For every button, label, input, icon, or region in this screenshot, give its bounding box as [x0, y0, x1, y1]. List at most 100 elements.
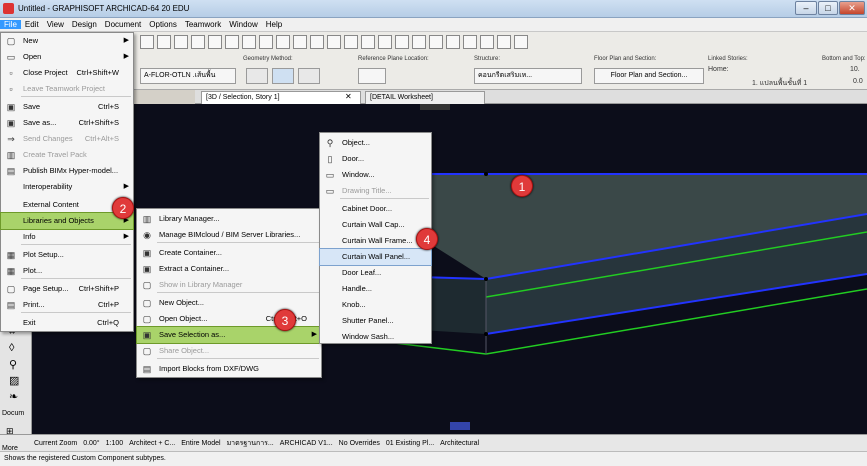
menu-item-plot[interactable]: ▦ Plot...	[1, 263, 133, 279]
structure-dropdown[interactable]: คอนกรีตเสริมเห...	[474, 68, 582, 84]
menu-document[interactable]: Document	[101, 20, 145, 29]
menu-design[interactable]: Design	[68, 20, 101, 29]
toolbar-button-icon[interactable]	[259, 35, 273, 49]
menu-item-close-project[interactable]: ▫ Close Project Ctrl+Shift+W	[1, 65, 133, 81]
menu-item-new[interactable]: ▢ New ▶	[1, 33, 133, 49]
toolbar-button-icon[interactable]	[463, 35, 477, 49]
toolbar-button-icon[interactable]	[344, 35, 358, 49]
menu-item-shutter-panel[interactable]: Shutter Panel...	[320, 313, 431, 329]
toolbar-button-icon[interactable]	[140, 35, 154, 49]
menu-item-create-container[interactable]: ▣ Create Container...	[137, 245, 321, 261]
tool-icon[interactable]: ❧	[9, 390, 18, 403]
menu-item-info[interactable]: Info ▶	[1, 229, 133, 245]
toolbar-button-icon[interactable]	[514, 35, 528, 49]
menu-item-library-manager[interactable]: ▥ Library Manager...	[137, 211, 321, 227]
bottom-top-value-1[interactable]: 10.	[850, 66, 860, 73]
renovation-filter-dropdown[interactable]: 01 Existing Pl...	[386, 440, 434, 447]
structure-display-dropdown[interactable]: มาตรฐานการ...	[227, 438, 274, 449]
bottom-top-value-2[interactable]: 0.0	[853, 78, 863, 85]
menu-item-import-blocks-from-dxf-dwg[interactable]: ▤ Import Blocks from DXF/DWG	[137, 361, 321, 377]
selection-point	[484, 332, 488, 336]
toolbar-button-icon[interactable]	[157, 35, 171, 49]
menu-item-interoperability[interactable]: Interoperability ▶	[1, 179, 133, 195]
toolbar-button-icon[interactable]	[412, 35, 426, 49]
toolbar-button-icon[interactable]	[293, 35, 307, 49]
toolbar-button-icon[interactable]	[361, 35, 375, 49]
menu-edit[interactable]: Edit	[21, 20, 43, 29]
zoom-dropdown[interactable]: Current Zoom	[34, 440, 77, 447]
toolbar-button-icon[interactable]	[310, 35, 324, 49]
menu-item-object[interactable]: ⚲ Object...	[320, 135, 431, 151]
maximize-button[interactable]: □	[818, 1, 838, 15]
layer-dropdown[interactable]: A-FLOR-OTLN .เส้นพื้น	[140, 68, 236, 84]
scale-field[interactable]: 1:100	[106, 440, 124, 447]
menu-item-extract-a-container[interactable]: ▣ Extract a Container...	[137, 261, 321, 277]
close-window-button[interactable]: ✕	[839, 1, 865, 15]
menu-item-plot-setup[interactable]: ▦ Plot Setup...	[1, 247, 133, 263]
menu-item-window[interactable]: ▭ Window...	[320, 167, 431, 183]
geometry-sloped-button[interactable]	[272, 68, 294, 84]
menu-help[interactable]: Help	[262, 20, 286, 29]
tool-icon[interactable]: ⚲	[9, 358, 17, 371]
ref-plane-top-button[interactable]	[358, 68, 386, 84]
menu-item-curtain-wall-cap[interactable]: Curtain Wall Cap...	[320, 217, 431, 233]
menu-item-door-leaf[interactable]: Door Leaf...	[320, 265, 431, 281]
menu-window[interactable]: Window	[225, 20, 261, 29]
ref-plane-bottom-button[interactable]	[390, 68, 412, 84]
menu-item-open[interactable]: ▭ Open ▶	[1, 49, 133, 65]
toolbar-button-icon[interactable]	[276, 35, 290, 49]
toolbar-button-icon[interactable]	[191, 35, 205, 49]
document-tools-label[interactable]: Docum	[2, 410, 24, 417]
graphic-override-dropdown[interactable]: No Overrides	[339, 440, 380, 447]
menu-item-page-setup[interactable]: ▢ Page Setup... Ctrl+Shift+P	[1, 281, 133, 297]
model-view-dropdown[interactable]: Entire Model	[181, 440, 220, 447]
toolbar-button-icon[interactable]	[395, 35, 409, 49]
menu-item-door[interactable]: ▯ Door...	[320, 151, 431, 167]
tool-icon[interactable]: ◊	[9, 342, 14, 354]
menu-item-save-as[interactable]: ▣ Save as... Ctrl+Shift+S	[1, 115, 133, 131]
toolbar-button-icon[interactable]	[446, 35, 460, 49]
shortcut-text: Ctrl+Shift+S	[78, 118, 119, 127]
tab-3d-selection[interactable]: [3D / Selection, Story 1]	[201, 91, 361, 104]
menu-teamwork[interactable]: Teamwork	[181, 20, 225, 29]
view-type-dropdown[interactable]: Architectural	[440, 440, 479, 447]
menu-item-libraries-and-objects[interactable]: Libraries and Objects ▶	[0, 212, 134, 230]
menu-item-curtain-wall-panel[interactable]: Curtain Wall Panel...	[319, 248, 432, 266]
view-tab-bar: [3D / Selection, Story 1] ✕ [DETAIL Work…	[195, 90, 867, 104]
menu-item-handle[interactable]: Handle...	[320, 281, 431, 297]
layer-combination-dropdown[interactable]: ARCHICAD V1...	[280, 440, 333, 447]
minimize-button[interactable]: –	[795, 1, 817, 15]
angle-field[interactable]: 0.00°	[83, 440, 99, 447]
menu-item-cabinet-door[interactable]: Cabinet Door...	[320, 201, 431, 217]
floor-plan-section-button[interactable]: Floor Plan and Section...	[594, 68, 704, 84]
geometry-straight-button[interactable]	[246, 68, 268, 84]
menu-item-manage-bimcloud-bim-server-libraries[interactable]: ◉ Manage BIMcloud / BIM Server Libraries.…	[137, 227, 321, 243]
menu-view[interactable]: View	[43, 20, 68, 29]
pen-set-dropdown[interactable]: Architect + C...	[129, 440, 175, 447]
close-tab-icon[interactable]: ✕	[345, 92, 352, 101]
toolbar-button-icon[interactable]	[497, 35, 511, 49]
menu-item-new-object[interactable]: ▢ New Object...	[137, 295, 321, 311]
toolbar-button-icon[interactable]	[378, 35, 392, 49]
menu-item-knob[interactable]: Knob...	[320, 297, 431, 313]
toolbar-button-icon[interactable]	[174, 35, 188, 49]
geometry-double-button[interactable]	[298, 68, 320, 84]
menu-item-save[interactable]: ▣ Save Ctrl+S	[1, 99, 133, 115]
tool-icon[interactable]: ▨	[9, 374, 19, 387]
tab-detail-worksheet[interactable]: [DETAIL Worksheet]	[365, 91, 485, 104]
toolbar-button-icon[interactable]	[429, 35, 443, 49]
toolbar-button-icon[interactable]	[327, 35, 341, 49]
toolbar-button-icon[interactable]	[242, 35, 256, 49]
home-story-value[interactable]: 1. แปลนพื้นชั้นที่ 1	[752, 78, 807, 89]
menu-item-curtain-wall-frame[interactable]: Curtain Wall Frame...	[320, 233, 431, 249]
menu-file[interactable]: File	[0, 20, 21, 29]
toolbar-button-icon[interactable]	[225, 35, 239, 49]
toolbar-button-icon[interactable]	[480, 35, 494, 49]
menu-item-publish-bimx-hyper-model[interactable]: ▤ Publish BIMx Hyper-model...	[1, 163, 133, 179]
menu-item-print[interactable]: ▤ Print... Ctrl+P	[1, 297, 133, 313]
menu-item-exit[interactable]: Exit Ctrl+Q	[1, 315, 133, 331]
menu-options[interactable]: Options	[145, 20, 181, 29]
menu-item-save-selection-as[interactable]: ▣ Save Selection as... ▶	[136, 326, 322, 344]
menu-item-window-sash[interactable]: Window Sash...	[320, 329, 431, 345]
toolbar-button-icon[interactable]	[208, 35, 222, 49]
